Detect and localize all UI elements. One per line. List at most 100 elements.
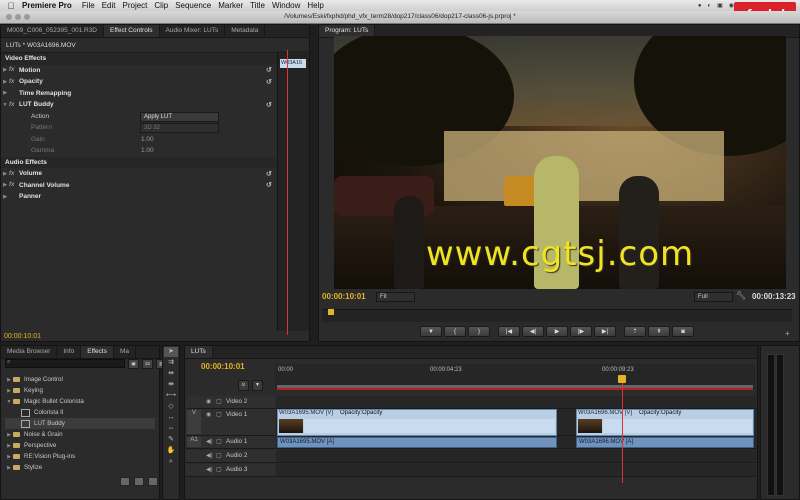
fx-toggle-icon[interactable]: fx [9,182,19,188]
tab-effect-controls[interactable]: Effect Controls [104,25,160,37]
fx-toggle-icon[interactable]: fx [9,171,19,177]
menu-marker[interactable]: Marker [218,1,250,10]
button-editor-plus-icon[interactable]: + [785,329,790,338]
effect-row[interactable]: Audio Effects [1,156,309,168]
menu-sequence[interactable]: Sequence [175,1,218,10]
lift-button[interactable]: ⇡ [624,326,646,337]
menu-file[interactable]: File [82,1,102,10]
effect-row[interactable]: Gamma 1.00 [1,145,309,157]
effect-row[interactable]: Gain 1.00 [1,134,309,146]
fx-toggle-icon[interactable]: fx [9,67,19,73]
eye-icon[interactable]: ◉ [206,411,211,418]
playhead-marker[interactable] [328,309,334,315]
lock-icon[interactable]: ▢ [216,466,222,473]
zoom-window-button[interactable] [24,14,30,20]
rolling-edit-tool-icon[interactable]: ⇼ [164,380,178,390]
expand-triangle-icon[interactable]: ▶ [5,465,13,471]
close-window-button[interactable] [6,14,12,20]
track-lane-audio-3[interactable] [276,464,756,477]
add-marker-button[interactable]: ▼ [420,326,442,337]
status-icon[interactable]: ● [698,3,702,9]
expand-triangle-icon[interactable]: ▶ [1,182,9,188]
effect-parameter-dropdown[interactable]: 3D 32 [140,123,219,133]
timeline-video-clip[interactable]: W03A1696.MOV [V] Opacity:Opacity [576,409,754,436]
effects-folder[interactable]: ▶ Image Control [5,374,155,385]
effects-folder[interactable]: ▶ Noise & Grain [5,429,155,440]
tab-info[interactable]: Info [57,346,82,358]
reset-icon[interactable]: ↺ [266,101,272,109]
snap-icon[interactable]: ⊙ [238,380,249,391]
menu-help[interactable]: Help [307,1,330,10]
mark-out-button[interactable]: } [468,326,490,337]
32bit-effects-icon[interactable]: 32 [142,359,153,369]
effects-folder[interactable]: ▶ RE:Vision Plug-ins [5,451,155,462]
lock-icon[interactable]: ▢ [216,411,222,418]
hand-tool-icon[interactable]: ✋ [164,446,178,456]
tab-markers[interactable]: Ma [114,346,136,358]
ripple-edit-tool-icon[interactable]: ⇹ [164,369,178,379]
timeline-timecode[interactable]: 00:00:10:01 [201,362,245,371]
effect-row[interactable]: Action Apply LUT [1,111,309,123]
lock-icon[interactable]: ▢ [216,398,222,405]
effect-row[interactable]: ▶ fx Opacity ↺ [1,76,309,88]
track-header-video-2[interactable]: ◉ ▢ Video 2 [186,396,275,409]
expand-triangle-icon[interactable]: ▶ [1,67,9,73]
slip-tool-icon[interactable]: ↔ [164,413,178,423]
effect-row[interactable]: Pattern 3D 32 [1,122,309,134]
speaker-icon[interactable]: ◀) [206,466,213,473]
step-forward-button[interactable]: |▶ [570,326,592,337]
slide-tool-icon[interactable]: ⇔ [164,424,178,434]
zoom-tool-icon[interactable]: ⌕ [164,457,178,467]
track-select-tool-icon[interactable]: ⇉ [164,358,178,368]
source-patch-audio[interactable]: A1 [187,437,201,447]
source-patch-video[interactable]: V [187,410,201,434]
effect-row[interactable]: Video Effects [1,53,309,65]
effect-row[interactable]: ▶ Panner [1,191,309,203]
rate-stretch-tool-icon[interactable]: ⟷ [164,391,178,401]
expand-triangle-icon[interactable]: ▶ [5,377,13,383]
effect-parameter-dropdown[interactable]: Apply LUT [140,111,219,122]
effects-folder[interactable]: ▶ Keying [5,385,155,396]
resolution-dropdown[interactable]: Full [694,292,733,302]
tab-metadata[interactable]: Metadata [225,25,266,37]
selection-tool-icon[interactable]: ➤ [164,347,178,357]
expand-triangle-icon[interactable]: ▶ [1,90,9,96]
tab-source[interactable]: M009_C006_052395_001.R3D [1,25,104,37]
accelerated-effects-icon[interactable]: ▣ [128,359,139,369]
go-to-out-button[interactable]: ▶| [594,326,616,337]
program-scrub-bar[interactable] [322,309,792,322]
clip-opacity-band[interactable] [304,419,555,433]
expand-triangle-icon[interactable]: ▶ [1,79,9,85]
speaker-icon[interactable]: ◀) [206,452,213,459]
expand-triangle-icon[interactable]: ▶ [5,443,13,449]
effect-row[interactable]: ▼ fx LUT Buddy ↺ [1,99,309,111]
zoom-fit-dropdown[interactable]: Fit [376,292,415,302]
mini-timeline-playhead[interactable] [287,50,288,335]
play-button[interactable]: ▶ [546,326,568,337]
reset-icon[interactable]: ↺ [266,181,272,189]
menu-edit[interactable]: Edit [102,1,123,10]
expand-triangle-icon[interactable]: ▶ [1,171,9,177]
track-header-audio-2[interactable]: ◀) ▢ Audio 2 [186,450,275,463]
speaker-icon[interactable]: ◀) [206,438,213,445]
mini-timeline-clip[interactable]: W03A16 [280,59,306,68]
menu-app-name[interactable]: Premiere Pro [22,1,82,10]
expand-triangle-open-icon[interactable]: ▼ [1,102,9,108]
export-frame-button[interactable]: ◙ [672,326,694,337]
tab-audio-mixer[interactable]: Audio Mixer: LUTs [160,25,226,37]
step-back-button[interactable]: ◀| [522,326,544,337]
minimize-window-button[interactable] [15,14,21,20]
new-custom-bin-icon[interactable] [134,477,144,486]
effect-parameter-value[interactable]: 1.00 [141,147,154,154]
apple-icon[interactable]:  [0,1,22,11]
track-header-audio-3[interactable]: ◀) ▢ Audio 3 [186,464,275,477]
expand-triangle-icon[interactable]: ▶ [1,194,9,200]
menu-project[interactable]: Project [123,1,155,10]
status-icon[interactable]: ▣ [717,2,723,9]
razor-tool-icon[interactable]: ◇ [164,402,178,412]
effects-folder[interactable]: ▶ Perspective [5,440,155,451]
expand-triangle-open-icon[interactable]: ▼ [5,399,13,405]
track-lane-audio-2[interactable] [276,450,756,463]
fx-toggle-icon[interactable]: fx [9,79,19,85]
extract-button[interactable]: ⇞ [648,326,670,337]
